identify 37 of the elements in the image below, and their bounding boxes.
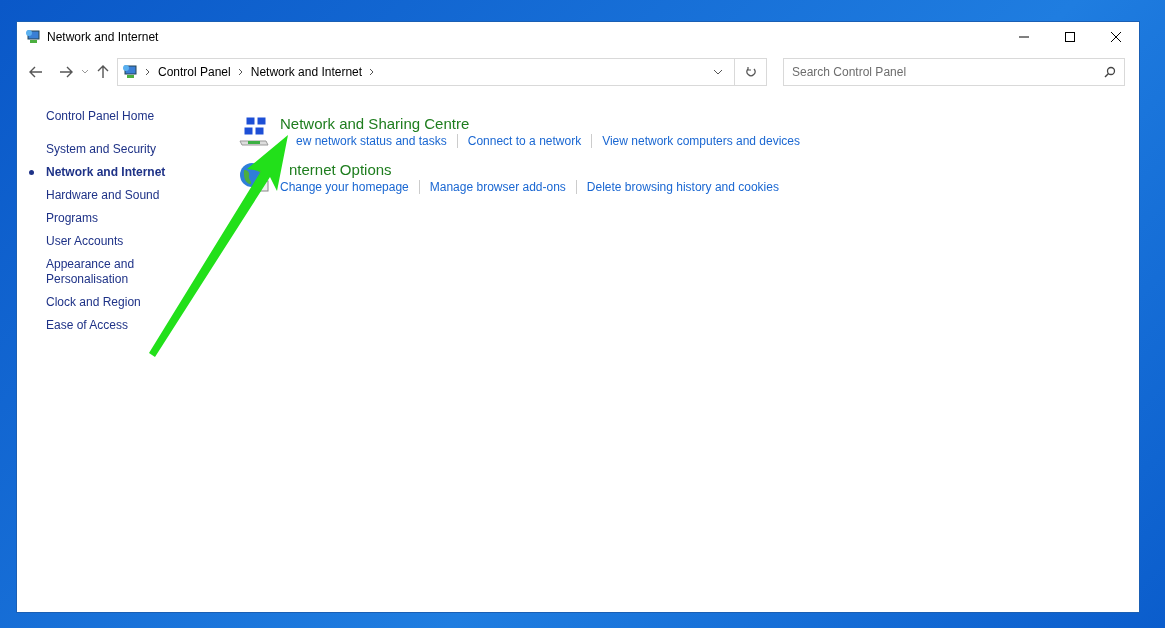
search-icon (1104, 66, 1116, 78)
sidebar-item[interactable]: Hardware and Sound (46, 188, 160, 203)
breadcrumb[interactable]: Network and Internet (250, 65, 363, 79)
task-link[interactable]: Delete browsing history and cookies (586, 180, 779, 194)
task-link[interactable]: View network computers and devices (602, 134, 801, 148)
forward-button[interactable] (57, 64, 75, 80)
task-link[interactable]: Manage browser add-ons (429, 180, 566, 194)
chevron-icon (236, 68, 245, 76)
chevron-icon (144, 68, 152, 76)
task-link[interactable]: Connect to a network (467, 134, 582, 148)
network-icon (238, 115, 272, 149)
address-bar[interactable]: Control Panel Network and Internet (117, 58, 767, 86)
category-title[interactable]: nternet Options (289, 161, 779, 178)
close-icon (1111, 32, 1121, 42)
sidebar-item[interactable]: Ease of Access (46, 318, 129, 333)
task-link[interactable]: Change your homepage (280, 180, 409, 194)
bullet-icon (29, 170, 34, 175)
category-title[interactable]: Network and Sharing Centre (280, 115, 801, 132)
maximize-icon (1065, 32, 1075, 42)
breadcrumb[interactable]: Control Panel (158, 65, 231, 79)
up-button[interactable] (95, 63, 111, 81)
sidebar-item[interactable]: Appearance and Personalisation (46, 257, 176, 287)
sidebar-item[interactable]: User Accounts (46, 234, 124, 249)
chevron-down-icon (713, 69, 723, 75)
chevron-down-icon (81, 69, 89, 75)
refresh-icon (744, 66, 757, 78)
network-icon (25, 29, 41, 45)
sidebar-item[interactable]: Clock and Region (46, 295, 141, 310)
task-link[interactable]: ew network status and tasks (296, 134, 447, 148)
back-button[interactable] (27, 64, 45, 80)
search-field[interactable]: Search Control Panel (783, 58, 1125, 86)
sidebar-item[interactable]: Programs (46, 211, 98, 226)
sidebar-item[interactable]: System and Security (46, 142, 157, 157)
network-icon (122, 64, 138, 80)
sidebar-item[interactable]: Control Panel Home (46, 109, 155, 124)
sidebar-item[interactable]: Network and Internet (46, 165, 166, 180)
window-title: Network and Internet (47, 30, 160, 44)
